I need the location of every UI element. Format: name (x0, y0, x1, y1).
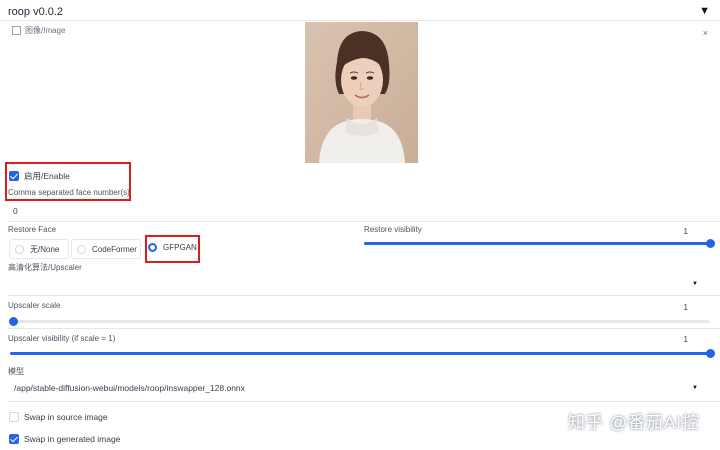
restore-visibility-track[interactable] (364, 242, 710, 245)
divider (8, 221, 720, 222)
source-face-image[interactable] (305, 22, 418, 163)
watermark: 知乎 @番茄AI控 (567, 413, 700, 432)
restore-face-option-gfpgan[interactable]: GFPGAN (148, 243, 197, 252)
swap-source-row[interactable]: Swap in source image (9, 412, 108, 422)
model-dropdown-value[interactable]: /app/stable-diffusion-webui/models/roop/… (14, 383, 245, 393)
triangle-down-icon[interactable]: ▼ (699, 5, 710, 17)
restore-face-option-codeformer[interactable]: CodeFormer (71, 239, 141, 259)
panel-title: roop v0.0.2 (8, 6, 64, 18)
radio-gfpgan[interactable] (148, 243, 157, 252)
enable-label: 启用/Enable (24, 171, 70, 181)
enable-checkbox[interactable] (9, 171, 19, 181)
enable-checkbox-row[interactable]: 启用/Enable (9, 170, 70, 182)
restore-face-option-none[interactable]: 无/None (9, 239, 69, 259)
restore-face-label: Restore Face (8, 225, 57, 234)
upscaler-scale-label: Upscaler scale (8, 301, 61, 310)
option-none-label: 无/None (30, 244, 60, 254)
swap-generated-label: Swap in generated image (24, 434, 121, 444)
image-label: 图像/Image (12, 25, 65, 36)
chevron-down-icon[interactable]: ▼ (692, 281, 698, 287)
swap-source-checkbox[interactable] (9, 412, 19, 422)
upscaler-scale-track[interactable] (10, 320, 710, 323)
upscaler-dropdown[interactable] (8, 274, 708, 292)
close-icon[interactable]: × (703, 28, 708, 38)
face-numbers-input[interactable]: 0 (13, 206, 18, 216)
radio-none[interactable] (15, 244, 24, 254)
header-divider (0, 20, 720, 21)
upscaler-visibility-label: Upscaler visibility (if scale = 1) (8, 334, 116, 343)
divider (8, 328, 720, 329)
radio-codeformer[interactable] (77, 244, 86, 254)
model-label: 模型 (8, 367, 24, 376)
option-gfpgan-label: GFPGAN (163, 243, 197, 252)
restore-visibility-value[interactable]: 1 (668, 227, 688, 236)
chevron-down-icon[interactable]: ▼ (692, 385, 698, 391)
restore-visibility-handle[interactable] (706, 239, 715, 248)
restore-visibility-label: Restore visibility (364, 225, 422, 234)
divider (8, 401, 720, 402)
upscaler-visibility-track[interactable] (10, 352, 710, 355)
upscaler-scale-handle[interactable] (9, 317, 18, 326)
upscaler-visibility-value[interactable]: 1 (668, 335, 688, 344)
image-label-text: 图像/Image (25, 26, 66, 35)
face-numbers-label: Comma separated face number(s) (8, 188, 130, 197)
upscaler-label: 高清化算法/Upscaler (8, 263, 82, 272)
swap-source-label: Swap in source image (24, 412, 108, 422)
upscaler-scale-value[interactable]: 1 (668, 303, 688, 312)
swap-generated-checkbox[interactable] (9, 434, 19, 444)
swap-generated-row[interactable]: Swap in generated image (9, 434, 120, 444)
option-codeformer-label: CodeFormer (92, 244, 137, 254)
divider (8, 295, 720, 296)
image-icon (12, 26, 21, 35)
upscaler-visibility-handle[interactable] (706, 349, 715, 358)
